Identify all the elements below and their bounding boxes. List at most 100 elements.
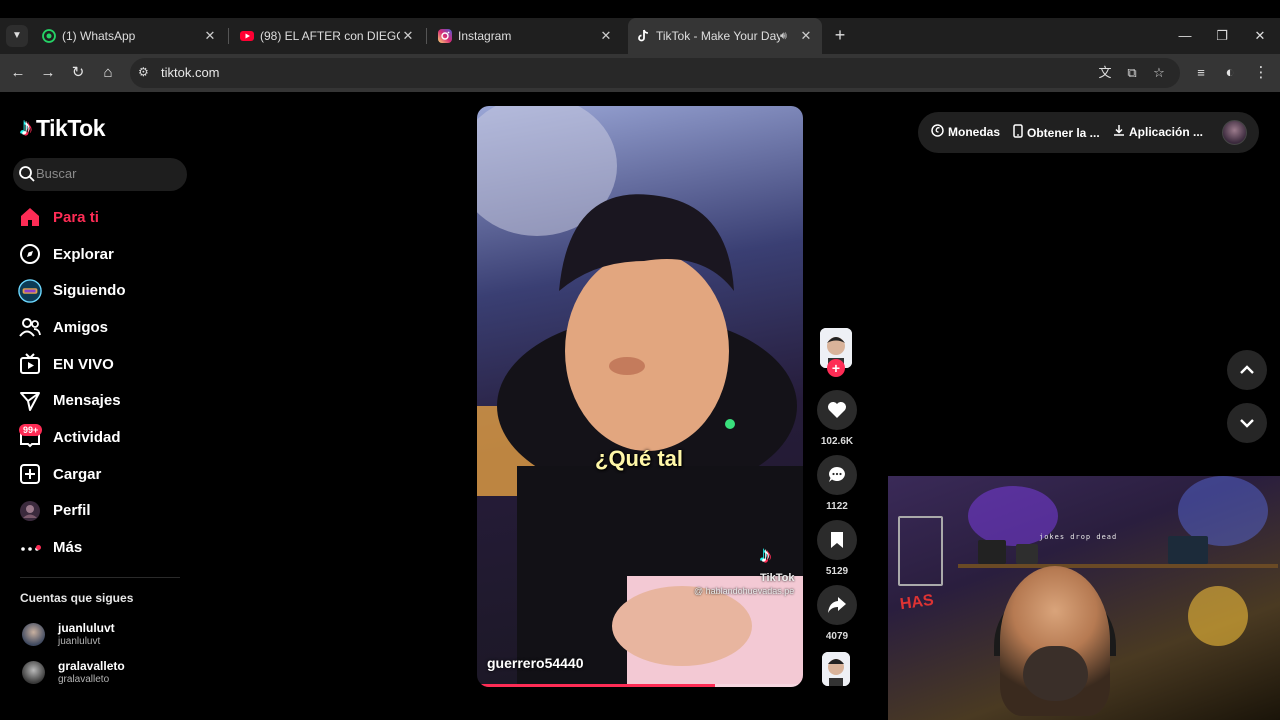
close-tab-icon[interactable]: ✕ bbox=[400, 28, 416, 44]
media-control-icon[interactable]: ≡ bbox=[1191, 63, 1211, 83]
heart-icon bbox=[828, 402, 846, 418]
user-avatar[interactable] bbox=[1222, 120, 1247, 145]
close-tab-icon[interactable]: ✕ bbox=[798, 28, 814, 44]
menu-icon[interactable]: ⋮ bbox=[1251, 63, 1271, 83]
video-author[interactable]: guerrero54440 bbox=[487, 655, 584, 671]
avatar bbox=[22, 660, 45, 684]
tab-youtube[interactable]: (98) EL AFTER con DIEGO POGG ✕ bbox=[232, 18, 424, 54]
sidebar-item-label: Perfil bbox=[53, 502, 91, 520]
tiktok-icon bbox=[636, 29, 650, 43]
avatar bbox=[22, 622, 45, 646]
video-caption: ¿Qué tal bbox=[595, 446, 684, 471]
notification-dot bbox=[36, 544, 41, 550]
search-icon[interactable] bbox=[18, 165, 36, 183]
install-app-icon[interactable]: ⧉ bbox=[1123, 64, 1141, 82]
translate-icon[interactable]: 文 bbox=[1096, 64, 1114, 82]
instagram-icon bbox=[438, 29, 452, 43]
address-bar[interactable]: ⚙︎ tiktok.com 文 ⧉ ☆ bbox=[130, 58, 1180, 88]
url-text[interactable]: tiktok.com bbox=[161, 65, 220, 80]
tab-tiktok[interactable]: TikTok - Make Your Day 🔊︎ ✕ bbox=[628, 18, 822, 54]
sidebar-item-en-vivo[interactable]: EN VIVO bbox=[18, 346, 188, 383]
more-icon bbox=[18, 536, 42, 560]
logo-text: TikTok bbox=[36, 114, 106, 141]
get-app-button[interactable]: Obtener la ... bbox=[1013, 124, 1100, 141]
coin-icon bbox=[931, 124, 944, 140]
home-icon bbox=[18, 205, 42, 229]
coins-label: Monedas bbox=[948, 125, 1001, 139]
tab-search-button[interactable]: ▼ bbox=[6, 25, 28, 47]
coins-button[interactable]: Monedas bbox=[931, 124, 1000, 140]
follow-button[interactable]: + bbox=[827, 359, 845, 377]
tab-title: (1) WhatsApp bbox=[62, 29, 136, 43]
youtube-icon bbox=[240, 29, 254, 43]
music-disc-avatar[interactable] bbox=[822, 652, 850, 686]
sidebar-item-para-ti[interactable]: Para ti bbox=[18, 199, 188, 236]
sidebar-item-actividad[interactable]: 99+ Actividad bbox=[18, 419, 188, 456]
site-info-icon[interactable]: ⚙︎ bbox=[138, 65, 149, 79]
comment-icon bbox=[829, 467, 845, 482]
minimize-button[interactable]: — bbox=[1175, 26, 1195, 46]
shelf-object bbox=[1016, 544, 1038, 564]
shelf-object bbox=[978, 540, 1006, 564]
close-tab-icon[interactable]: ✕ bbox=[202, 28, 218, 44]
following-avatar-icon bbox=[18, 278, 42, 303]
webcam-overlay: jokes drop dead HAS bbox=[888, 476, 1280, 720]
like-button[interactable] bbox=[817, 390, 857, 430]
close-tab-icon[interactable]: ✕ bbox=[598, 28, 614, 44]
phone-icon bbox=[1013, 124, 1023, 141]
download-icon bbox=[1113, 124, 1125, 139]
following-account[interactable]: gralavalleto gralavalleto bbox=[22, 655, 125, 689]
close-window-button[interactable]: ✕ bbox=[1250, 26, 1270, 46]
share-button[interactable] bbox=[817, 585, 857, 625]
tab-whatsapp[interactable]: (1) WhatsApp ✕ bbox=[34, 18, 226, 54]
new-tab-button[interactable]: + bbox=[830, 25, 850, 45]
bookmark-star-icon[interactable]: ☆ bbox=[1150, 64, 1168, 82]
back-button[interactable]: ← bbox=[8, 63, 28, 83]
next-video-button[interactable] bbox=[1227, 403, 1267, 443]
sidebar-item-mensajes[interactable]: Mensajes bbox=[18, 382, 188, 419]
sidebar-item-cargar[interactable]: Cargar bbox=[18, 456, 188, 493]
wall-frame bbox=[898, 516, 943, 586]
sidebar-item-label: Para ti bbox=[53, 208, 99, 226]
sidebar-item-siguiendo[interactable]: Siguiendo bbox=[18, 272, 188, 309]
sidebar-item-mas[interactable]: Más bbox=[18, 529, 188, 566]
tab-title: Instagram bbox=[458, 29, 512, 43]
reload-button[interactable]: ↻ bbox=[68, 63, 88, 83]
search-input[interactable] bbox=[36, 166, 181, 181]
tiktok-logo[interactable]: ♪ TikTok bbox=[20, 114, 106, 142]
following-account[interactable]: juanluluvt juanluluvt bbox=[22, 617, 115, 651]
sidebar-item-label: Explorar bbox=[53, 245, 114, 263]
video-progress-bar[interactable] bbox=[477, 684, 803, 687]
search-box[interactable] bbox=[13, 158, 187, 191]
forward-button[interactable]: → bbox=[38, 63, 58, 83]
video-player[interactable]: ¿Qué tal ♪ TikTok @ hablandohuevadas.pe … bbox=[477, 106, 803, 687]
account-name: gralavalleto bbox=[58, 659, 125, 673]
home-button[interactable]: ⌂ bbox=[98, 63, 118, 83]
previous-video-button[interactable] bbox=[1227, 350, 1267, 390]
speaker-icon[interactable]: 🔊︎ bbox=[780, 30, 798, 43]
save-button[interactable] bbox=[817, 520, 857, 560]
sidebar-item-amigos[interactable]: Amigos bbox=[18, 309, 188, 346]
sidebar-nav: Para ti Explorar Siguiendo Amigos EN VIV… bbox=[18, 199, 188, 566]
get-app-label: Obtener la ... bbox=[1027, 125, 1100, 140]
send-icon bbox=[18, 389, 42, 413]
sidebar-item-label: Siguiendo bbox=[53, 282, 126, 300]
streamer-beard bbox=[1023, 646, 1088, 701]
chevron-down-icon bbox=[1240, 419, 1254, 428]
sidebar-item-perfil[interactable]: Perfil bbox=[18, 493, 188, 530]
sidebar-item-label: Más bbox=[53, 539, 83, 557]
sidebar-item-explorar[interactable]: Explorar bbox=[18, 236, 188, 273]
account-handle: juanluluvt bbox=[58, 636, 101, 647]
video-watermark: TikTok bbox=[760, 572, 795, 584]
desktop-app-button[interactable]: Aplicación ... bbox=[1113, 124, 1203, 139]
profile-icon[interactable]: ◐ bbox=[1220, 63, 1240, 83]
like-count: 102.6K bbox=[820, 436, 854, 447]
bookmark-icon bbox=[831, 532, 843, 548]
restore-button[interactable]: ❐ bbox=[1212, 26, 1232, 46]
comment-button[interactable] bbox=[817, 455, 857, 495]
sidebar-item-label: Cargar bbox=[53, 465, 102, 483]
tab-instagram[interactable]: Instagram ✕ bbox=[430, 18, 622, 54]
tab-separator bbox=[228, 28, 229, 44]
live-tv-icon bbox=[18, 352, 42, 376]
profile-avatar-icon bbox=[18, 499, 42, 523]
